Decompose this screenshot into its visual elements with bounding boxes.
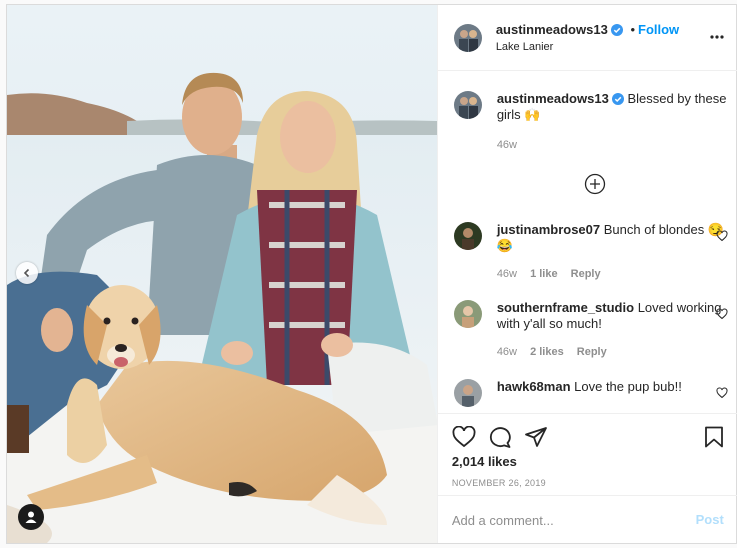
avatar[interactable]	[453, 222, 482, 250]
comment-likes[interactable]: 2 likes	[530, 346, 564, 358]
comment-username[interactable]: southernframe_studio	[497, 300, 634, 315]
header-user-line: austinmeadows13 • Follow	[496, 22, 679, 37]
post-photo	[7, 5, 437, 543]
header-username[interactable]: austinmeadows13	[496, 22, 608, 37]
follow-button[interactable]: Follow	[638, 22, 679, 37]
couple-with-dog-photo	[7, 5, 437, 543]
comment-text: Love the pup bub!!	[574, 379, 682, 394]
comment-text-block: justinambrose07 Bunch of blondes 😏😂	[497, 222, 727, 254]
more-options-button[interactable]	[710, 27, 724, 42]
avatar-photo	[453, 222, 482, 250]
bookmark-icon[interactable]	[704, 426, 724, 448]
comment-time[interactable]: 46w	[497, 346, 517, 358]
heart-icon[interactable]	[716, 230, 728, 242]
caption-username[interactable]: austinmeadows13	[497, 91, 609, 106]
heart-icon[interactable]	[716, 308, 728, 320]
chevron-left-icon	[23, 268, 30, 278]
comment-icon[interactable]	[488, 426, 512, 448]
comment-input[interactable]	[451, 510, 672, 530]
avatar-photo	[453, 24, 482, 52]
reply-button[interactable]: Reply	[571, 268, 601, 280]
verified-icon	[610, 24, 623, 36]
previous-photo-button[interactable]	[16, 262, 38, 284]
more-options-icon	[710, 35, 724, 39]
caption-text-block: austinmeadows13 Blessed by these girls 🙌	[497, 91, 727, 123]
comments-list: austinmeadows13 Blessed by these girls 🙌…	[438, 72, 737, 412]
comment-text-block: southernframe_studio Loved working with …	[497, 300, 727, 332]
post-details-panel: austinmeadows13 • Follow Lake Lanier aus…	[436, 5, 737, 543]
avatar[interactable]	[453, 379, 482, 407]
heart-icon[interactable]	[452, 426, 476, 448]
user-tag-icon	[25, 511, 37, 523]
comment-text-block: hawk68man Love the pup bub!!	[497, 379, 727, 395]
reply-button[interactable]: Reply	[577, 346, 607, 358]
load-more-icon	[584, 173, 605, 195]
avatar[interactable]	[453, 300, 482, 328]
avatar[interactable]	[453, 24, 482, 52]
heart-icon[interactable]	[716, 387, 728, 399]
post-comment-button[interactable]: Post	[696, 512, 724, 527]
comment-username[interactable]: justinambrose07	[497, 222, 600, 237]
verified-icon	[611, 93, 624, 105]
likes-count[interactable]: 2,014 likes	[452, 454, 517, 469]
caption-meta: 46w	[497, 139, 527, 151]
add-comment-bar: Post	[437, 495, 737, 543]
post-header: austinmeadows13 • Follow Lake Lanier	[437, 5, 737, 71]
avatar[interactable]	[453, 91, 482, 119]
post-actions: 2,014 likes NOVEMBER 26, 2019	[437, 413, 737, 499]
post-date: NOVEMBER 26, 2019	[451, 478, 546, 488]
instagram-post: austinmeadows13 • Follow Lake Lanier aus…	[6, 4, 737, 544]
comment-likes[interactable]: 1 like	[530, 268, 558, 280]
caption-time[interactable]: 46w	[497, 139, 517, 151]
comment-meta: 46w 1 like Reply	[497, 268, 611, 280]
avatar-photo	[453, 300, 482, 328]
tagged-users-button[interactable]	[18, 504, 44, 530]
load-more-comments-button[interactable]	[584, 173, 606, 198]
comment-time[interactable]: 46w	[497, 268, 517, 280]
avatar-photo	[453, 379, 482, 407]
separator-dot: •	[630, 22, 635, 37]
share-icon[interactable]	[524, 426, 548, 448]
comment-meta: 46w 2 likes Reply	[497, 346, 617, 358]
avatar-photo	[453, 91, 482, 119]
comment-username[interactable]: hawk68man	[497, 379, 571, 394]
location-link[interactable]: Lake Lanier	[496, 41, 554, 53]
